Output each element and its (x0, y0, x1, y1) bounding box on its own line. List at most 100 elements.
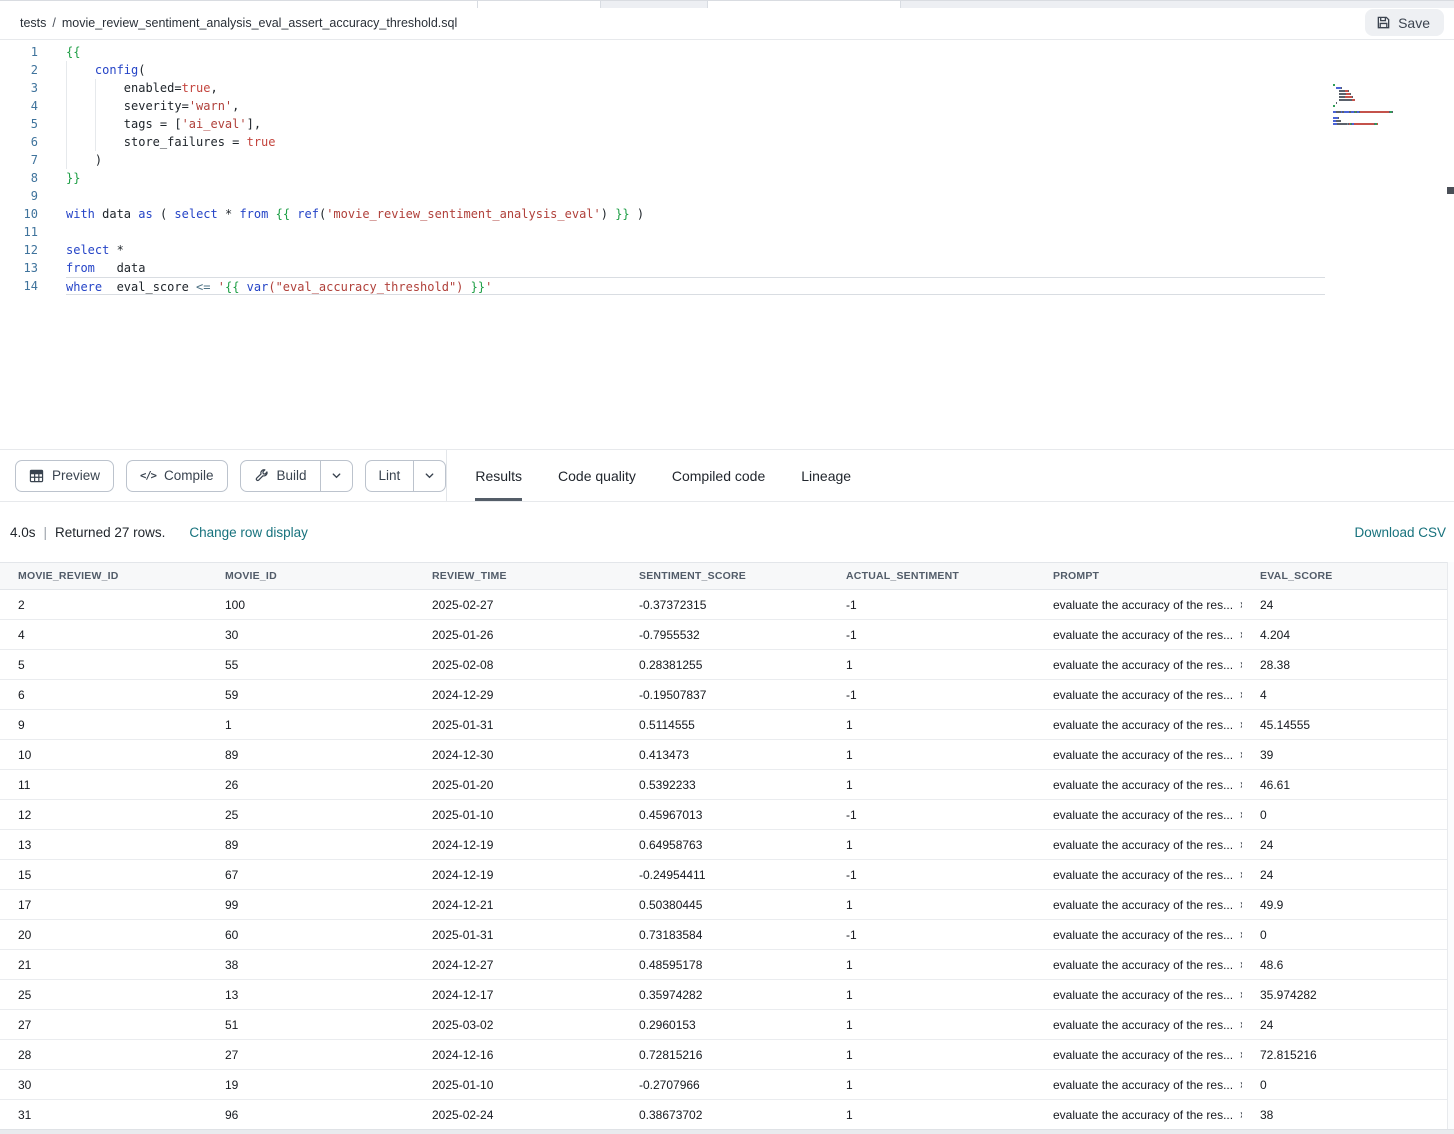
minimap-token (1360, 111, 1389, 113)
column-header-actual_sentiment: ACTUAL_SENTIMENT (828, 563, 1035, 589)
minimap-token (1352, 96, 1354, 98)
breadcrumb-filename: movie_review_sentiment_analysis_eval_ass… (62, 16, 457, 30)
cell-movie-id: 60 (207, 920, 414, 949)
minimap[interactable] (1333, 84, 1443, 126)
line-number: 12 (0, 241, 40, 259)
cell-movie-review-id: 30 (0, 1070, 207, 1099)
chevron-right-icon[interactable]: › (1240, 1078, 1242, 1092)
tab-results[interactable]: Results (475, 450, 522, 501)
cell-movie-review-id: 5 (0, 650, 207, 679)
code-line[interactable]: 2config( (0, 61, 1340, 79)
prompt-text: evaluate the accuracy of the res... (1053, 778, 1233, 792)
code-line[interactable]: 1{{ (0, 43, 1340, 61)
chevron-right-icon[interactable]: › (1240, 718, 1242, 732)
build-caret-button[interactable] (320, 461, 352, 491)
code-line-content: from data (66, 259, 145, 277)
code-line[interactable]: 4severity='warn', (0, 97, 1340, 115)
download-csv-link[interactable]: Download CSV (1354, 525, 1446, 540)
chevron-right-icon[interactable]: › (1240, 598, 1242, 612)
result-tabs: Results Code quality Compiled code Lineage (447, 450, 851, 501)
cell-prompt: evaluate the accuracy of the res...› (1035, 740, 1242, 769)
cell-sentiment-score: 0.45967013 (621, 800, 828, 829)
build-button[interactable]: Build (241, 461, 320, 491)
lint-caret-button[interactable] (413, 461, 445, 491)
horizontal-scrollbar-track[interactable] (0, 1129, 1454, 1134)
compile-button[interactable]: </>Compile (127, 461, 227, 491)
code-line[interactable]: 14where eval_score <= '{{ var("eval_accu… (0, 277, 1340, 295)
code-line-content: with data as ( select * from {{ ref('mov… (66, 205, 644, 223)
minimap-line (1333, 117, 1443, 119)
code-line[interactable]: 11 (0, 223, 1340, 241)
change-row-display-link[interactable]: Change row display (189, 525, 308, 540)
code-token: }} (66, 171, 80, 185)
chevron-right-icon[interactable]: › (1240, 928, 1242, 942)
tab-code-quality[interactable]: Code quality (558, 450, 636, 501)
chevron-right-icon[interactable]: › (1240, 778, 1242, 792)
chevron-right-icon[interactable]: › (1240, 988, 1242, 1002)
code-token: ( (153, 207, 175, 221)
code-line[interactable]: 13from data (0, 259, 1340, 277)
code-line[interactable]: 8}} (0, 169, 1340, 187)
cell-movie-id: 59 (207, 680, 414, 709)
cell-actual-sentiment: 1 (828, 770, 1035, 799)
code-token: {{ (225, 280, 239, 294)
chevron-right-icon[interactable]: › (1240, 688, 1242, 702)
code-token: data (95, 207, 138, 221)
prompt-text: evaluate the accuracy of the res... (1053, 628, 1233, 642)
code-token: with (66, 207, 95, 221)
toolbar: Preview </>Compile Build Lint (0, 450, 446, 501)
line-number: 1 (0, 43, 40, 61)
code-line[interactable]: 12select * (0, 241, 1340, 259)
chevron-right-icon[interactable]: › (1240, 1108, 1242, 1122)
chevron-right-icon[interactable]: › (1240, 1048, 1242, 1062)
file-header: tests/movie_review_sentiment_analysis_ev… (0, 7, 1454, 40)
code-token: eval_score (102, 280, 196, 294)
code-editor[interactable]: 1{{2config(3enabled=true,4severity='warn… (0, 40, 1454, 450)
tab-lineage[interactable]: Lineage (801, 450, 851, 501)
cell-eval-score: 48.6 (1242, 950, 1454, 979)
editor-scrollbar-thumb[interactable] (1447, 187, 1454, 194)
code-token: , (232, 99, 239, 113)
chevron-right-icon[interactable]: › (1240, 628, 1242, 642)
preview-button[interactable]: Preview (16, 461, 113, 491)
table-row: 27512025-03-020.29601531evaluate the acc… (0, 1010, 1454, 1040)
code-line[interactable]: 7) (0, 151, 1340, 169)
code-line[interactable]: 10with data as ( select * from {{ ref('m… (0, 205, 1340, 223)
cell-eval-score: 72.815216 (1242, 1040, 1454, 1069)
cell-movie-id: 38 (207, 950, 414, 979)
chevron-right-icon[interactable]: › (1240, 658, 1242, 672)
code-line[interactable]: 9 (0, 187, 1340, 205)
preview-button-label: Preview (52, 468, 100, 483)
chevron-right-icon[interactable]: › (1240, 958, 1242, 972)
code-line[interactable]: 6store_failures = true (0, 133, 1340, 151)
cell-actual-sentiment: 1 (828, 950, 1035, 979)
table-row: 912025-01-310.51145551evaluate the accur… (0, 710, 1454, 740)
code-token: ' (218, 280, 225, 294)
minimap-token (1333, 84, 1335, 86)
chevron-right-icon[interactable]: › (1240, 898, 1242, 912)
chevron-right-icon[interactable]: › (1240, 838, 1242, 852)
code-line[interactable]: 5tags = ['ai_eval'], (0, 115, 1340, 133)
results-scrollbar-track[interactable] (1447, 562, 1454, 1129)
code-token: data (95, 261, 146, 275)
cell-prompt: evaluate the accuracy of the res...› (1035, 1100, 1242, 1129)
chevron-right-icon[interactable]: › (1240, 808, 1242, 822)
cell-prompt: evaluate the accuracy of the res...› (1035, 1070, 1242, 1099)
results-table: MOVIE_REVIEW_IDMOVIE_IDREVIEW_TIMESENTIM… (0, 562, 1454, 1130)
chevron-down-icon (331, 470, 342, 481)
table-row: 30192025-01-10-0.27079661evaluate the ac… (0, 1070, 1454, 1100)
code-token (239, 280, 246, 294)
table-row: 20602025-01-310.73183584-1evaluate the a… (0, 920, 1454, 950)
tab-compiled-code[interactable]: Compiled code (672, 450, 765, 501)
lint-button[interactable]: Lint (366, 461, 414, 491)
chevron-right-icon[interactable]: › (1240, 748, 1242, 762)
code-line[interactable]: 3enabled=true, (0, 79, 1340, 97)
cell-actual-sentiment: -1 (828, 680, 1035, 709)
cell-prompt: evaluate the accuracy of the res... › (1035, 620, 1242, 649)
chevron-right-icon[interactable]: › (1240, 1018, 1242, 1032)
cell-actual-sentiment: -1 (828, 860, 1035, 889)
table-row: 13892024-12-190.649587631evaluate the ac… (0, 830, 1454, 860)
save-button[interactable]: Save (1365, 9, 1444, 36)
cell-actual-sentiment: 1 (828, 830, 1035, 859)
chevron-right-icon[interactable]: › (1240, 868, 1242, 882)
